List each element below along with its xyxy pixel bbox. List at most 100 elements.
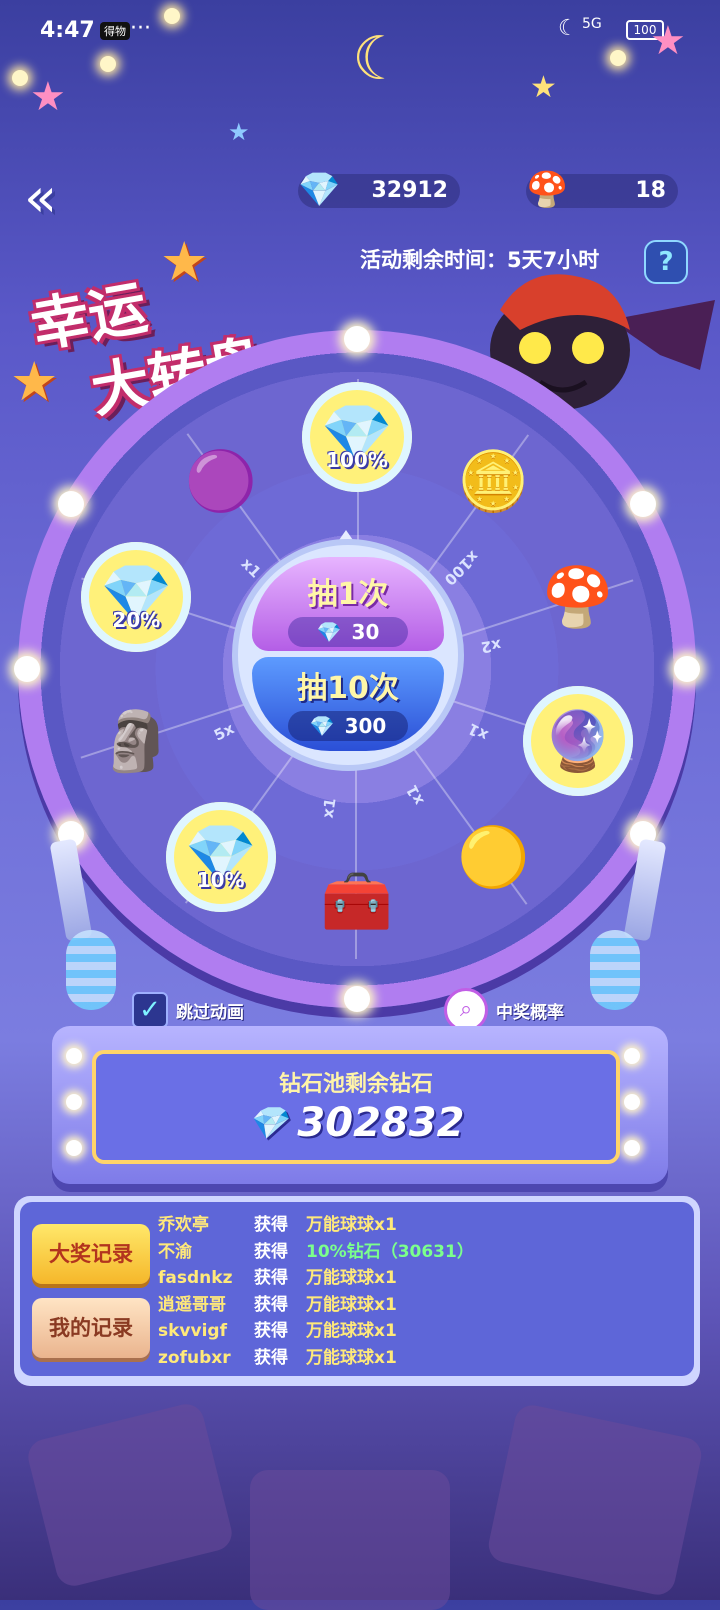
app-badge: 得物 — [100, 22, 130, 40]
diamond-icon: 💎 — [316, 620, 342, 644]
back-button[interactable]: « — [24, 168, 84, 228]
record-row: 逍遥哥哥 获得 万能球球x1 — [158, 1290, 397, 1315]
win-probability-label: 中奖概率 — [496, 1002, 564, 1023]
dragon-eye — [572, 332, 604, 364]
multiplier-label: x1 — [402, 781, 429, 808]
network-indicator: 5G — [582, 16, 602, 32]
diamond-icon: 💎 — [309, 714, 335, 738]
gift-box-decoration — [24, 1400, 236, 1590]
prize-percent-label: 20% — [112, 608, 161, 633]
gem-balance[interactable]: 💎 32912 — [298, 170, 460, 210]
wheel-rim-light — [344, 986, 370, 1012]
skip-animation-toggle[interactable]: ✓ 跳过动画 — [132, 992, 244, 1028]
records-panel: 大奖记录 我的记录 乔欢亭 获得 万能球球x1 不渝 获得 10%钻石（30631） fas… — [14, 1196, 700, 1386]
draw-once-label: 抽1次 — [307, 577, 389, 612]
prize-gold-mystery-ball: 🟡 — [433, 797, 553, 917]
draw-once-button[interactable]: 抽1次 💎 30 — [252, 557, 444, 651]
prize-slot: 🟡 — [457, 825, 529, 889]
string-light — [100, 56, 116, 72]
wheel-rim-light — [14, 656, 40, 682]
mushroom-balance-value: 18 — [635, 178, 666, 203]
diamond-pool-panel: 钻石池剩余钻石 💎 302832 — [92, 1050, 620, 1164]
title-star-icon: ★ — [160, 230, 209, 293]
prize-diamond-10: 💎 10% — [161, 797, 281, 917]
dragon-eye — [519, 332, 551, 364]
diamond-plus-icon: 💎 — [298, 170, 341, 210]
wheel-rim-light — [629, 491, 656, 517]
prize-stone-statue: 🗿 — [76, 681, 196, 801]
record-row: fasdnkz 获得 万能球球x1 — [158, 1263, 397, 1288]
moon-icon: ☾ — [352, 24, 406, 94]
checkbox-check-icon[interactable]: ✓ — [132, 992, 168, 1028]
dnd-moon-icon: ☾ — [558, 16, 578, 41]
diamond-pool-value: 302832 — [297, 1100, 465, 1146]
frame-light — [66, 1140, 82, 1156]
record-player-name: fasdnkz — [158, 1268, 233, 1288]
prize-slot: 💎 20% — [81, 542, 192, 653]
prize-treasure-chest: 🧰 — [297, 841, 417, 961]
mushroom-icon: 🍄 — [526, 170, 569, 210]
record-player-name: 逍遥哥哥 — [158, 1294, 226, 1315]
stage-spring — [66, 930, 116, 1010]
record-player-name: skvvigf — [158, 1321, 227, 1341]
record-prize: 万能球球x1 — [306, 1215, 397, 1235]
wheel-rim-light — [674, 656, 700, 682]
frame-light — [66, 1094, 82, 1110]
multiplier-label: x100 — [441, 546, 483, 589]
multiplier-label: 5x — [211, 719, 238, 746]
record-action: 获得 — [254, 1347, 288, 1368]
prize-slot: 💎 100% — [302, 382, 412, 492]
gem-balance-value: 32912 — [371, 178, 448, 203]
string-light — [164, 8, 180, 24]
prize-gold-mushroom: 🍄 — [518, 537, 638, 657]
prize-slot: 🧰 — [321, 869, 393, 933]
record-prize: 万能球球x1 — [306, 1347, 397, 1368]
gold-coins-icon: 🪙 — [457, 447, 530, 516]
diamond-icon: 💎 — [247, 1104, 288, 1142]
prize-rainbow-ball: 🔮 — [518, 681, 638, 801]
stage-spring — [590, 930, 640, 1010]
frame-light — [624, 1140, 640, 1156]
gift-box-decoration — [250, 1470, 450, 1610]
draw-ten-label: 抽10次 — [297, 671, 399, 706]
draw-ten-button[interactable]: 抽10次 💎 300 — [252, 657, 444, 751]
record-action: 获得 — [254, 1294, 288, 1315]
record-player-name: zofubxr — [158, 1347, 231, 1368]
prize-diamond-100: 💎 100% — [297, 377, 417, 497]
record-action: 获得 — [254, 1241, 288, 1262]
string-light — [12, 70, 28, 86]
record-player-name: 乔欢亭 — [158, 1215, 209, 1235]
more-dots: ··· — [130, 16, 151, 41]
draw-once-cost-value: 30 — [351, 620, 380, 644]
prize-gold-coins: 🪙 — [433, 421, 553, 541]
yellow-star-icon: ★ — [530, 70, 557, 105]
diamond-pool-amount: 💎 302832 — [96, 1100, 616, 1146]
pink-star-icon: ★ — [650, 18, 686, 64]
wheel-rim-light — [58, 491, 85, 517]
wheel-rim-light — [344, 326, 370, 352]
prize-percent-label: 100% — [326, 448, 388, 472]
gold-mushroom-icon: 🍄 — [541, 563, 614, 632]
prize-percent-label: 10% — [196, 867, 245, 892]
tab-my-records[interactable]: 我的记录 — [32, 1298, 150, 1358]
record-prize: 万能球球x1 — [306, 1268, 397, 1288]
record-action: 获得 — [254, 1321, 288, 1341]
rainbow-ball-icon: 🔮 — [541, 706, 614, 775]
tab-big-prize-records[interactable]: 大奖记录 — [32, 1224, 150, 1284]
record-row: 乔欢亭 获得 万能球球x1 — [158, 1210, 397, 1235]
record-row: 不渝 获得 10%钻石（30631） — [158, 1237, 474, 1262]
frame-light — [624, 1048, 640, 1064]
prize-slot: 🗿 — [100, 709, 172, 773]
mystery-ball-icon: 🟣 — [184, 447, 257, 516]
string-light — [610, 50, 626, 66]
pink-star-icon: ★ — [30, 74, 66, 120]
record-action: 获得 — [254, 1215, 288, 1235]
gift-box-decoration — [485, 1401, 705, 1599]
record-prize: 万能球球x1 — [306, 1321, 397, 1341]
status-time: 4:47 — [40, 18, 95, 43]
draw-once-cost: 💎 30 — [288, 617, 408, 647]
skip-animation-label: 跳过动画 — [176, 1002, 244, 1023]
mushroom-balance: 🍄 18 — [526, 170, 678, 210]
record-prize: 万能球球x1 — [306, 1294, 397, 1315]
prize-slot: 🔮 — [522, 685, 633, 796]
